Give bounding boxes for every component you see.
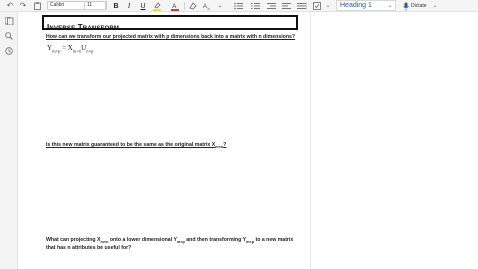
font-color-icon[interactable]: A <box>170 1 180 11</box>
italic-icon[interactable]: I <box>125 1 133 11</box>
question-1[interactable]: How can we transform our projected matri… <box>46 34 295 41</box>
svg-text:b: b <box>207 6 210 11</box>
page-title: Inverse Transform <box>47 23 120 32</box>
ribbon-divider <box>184 2 185 10</box>
font-size-field[interactable]: 11 <box>84 1 106 10</box>
q2-sub: m×n <box>215 145 224 150</box>
pages-icon[interactable] <box>3 15 15 26</box>
align-icon[interactable] <box>296 1 306 11</box>
todo-tag-icon[interactable] <box>312 1 322 11</box>
underline-icon[interactable]: U <box>139 1 147 11</box>
q3-part-a: What can projecting X <box>46 237 101 243</box>
page-title-box[interactable]: Inverse Transform <box>42 15 298 32</box>
recent-icon[interactable] <box>3 45 15 56</box>
equation[interactable]: Ym×p = Xm×nUn×p <box>47 44 93 53</box>
q2-text: Is this new matrix guaranteed to be the … <box>46 142 216 148</box>
redo-icon[interactable]: ↷ <box>18 1 28 11</box>
q3-part-c: and then transforming Y <box>184 237 247 243</box>
clipboard-icon[interactable] <box>32 1 42 11</box>
page-margin-line <box>310 12 311 269</box>
eq-x-sub: m×n <box>72 48 82 54</box>
ribbon-toolbar: ↶ ↷ Calibri 11 B I U A Ab ⌄ ⌄ Heading 1 … <box>0 0 478 12</box>
chevron-down-icon[interactable]: ⌄ <box>432 1 438 11</box>
clear-format-icon[interactable] <box>188 1 198 11</box>
dictate-button[interactable]: Dictate <box>411 2 427 10</box>
q3-sub-c: m×p <box>246 240 255 245</box>
chevron-down-icon[interactable]: ⌄ <box>387 1 393 11</box>
ribbon-divider <box>306 2 307 10</box>
q3-sub-b: m×p <box>176 240 185 245</box>
svg-text:A: A <box>172 3 176 9</box>
q2-end: ? <box>223 142 227 148</box>
undo-icon[interactable]: ↶ <box>5 1 15 11</box>
bold-icon[interactable]: B <box>112 1 120 11</box>
numbered-list-icon[interactable] <box>250 1 260 11</box>
highlight-icon[interactable] <box>152 1 162 11</box>
decrease-indent-icon[interactable] <box>266 1 276 11</box>
svg-text:A: A <box>203 4 207 10</box>
left-nav-rail <box>0 12 18 269</box>
question-3[interactable]: What can projecting Xm×n onto a lower di… <box>46 236 304 252</box>
eq-u-sub: n×p <box>86 48 94 54</box>
chevron-down-icon[interactable]: ⌄ <box>325 1 331 11</box>
increase-indent-icon[interactable] <box>281 1 291 11</box>
search-icon[interactable] <box>3 30 15 41</box>
eq-equals-x: = X <box>60 44 73 52</box>
spelling-icon[interactable]: Ab <box>202 1 214 11</box>
bulleted-list-icon[interactable] <box>233 1 243 11</box>
question-2[interactable]: Is this new matrix guaranteed to be the … <box>46 142 226 149</box>
chevron-down-icon[interactable]: ⌄ <box>217 1 223 11</box>
q3-part-b: onto a lower dimensional Y <box>108 237 177 243</box>
microphone-icon[interactable] <box>401 1 410 11</box>
